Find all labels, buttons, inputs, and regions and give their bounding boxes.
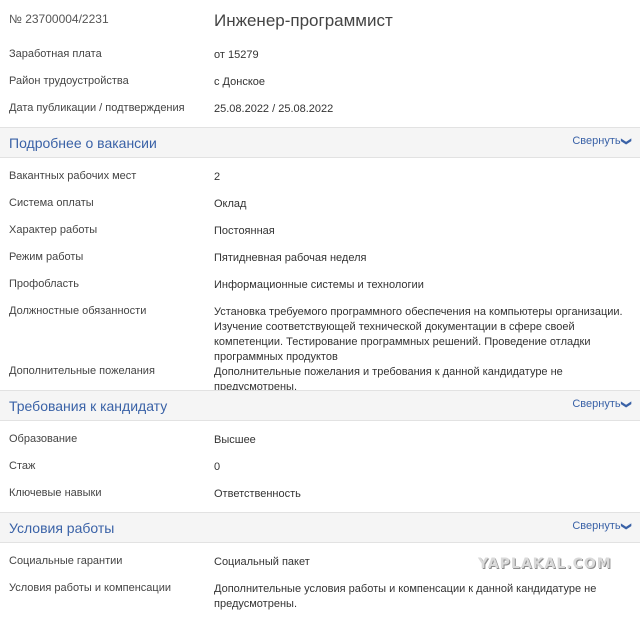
row-label: Район трудоустройства [9,75,129,87]
row-value: Высшее [214,434,256,446]
row-value: с Донское [214,76,265,88]
summary-row-district: Район трудоустройства с Донское [0,67,640,94]
row-label: Должностные обязанности [9,305,147,317]
row-value: Ответственность [214,488,301,500]
row-value: от 15279 [214,49,259,61]
row-label: Социальные гарантии [9,555,123,567]
row-label: Условия работы и компенсации [9,582,171,594]
row-label: Вакантных рабочих мест [9,170,137,182]
summary-row-date: Дата публикации / подтверждения 25.08.20… [0,94,640,121]
row-label: Дополнительные пожелания [9,365,155,377]
chevron-down-icon: ❯ [620,522,632,531]
detail-row: Ключевые навыки Ответственность [0,479,640,506]
detail-row: Должностные обязанности Установка требуе… [0,297,640,363]
section-body-requirements: Образование Высшее Стаж 0 Ключевые навык… [0,425,640,506]
row-label: Ключевые навыки [9,487,102,499]
detail-row: Характер работы Постоянная [0,216,640,243]
row-value: Оклад [214,198,247,210]
row-value: Информационные системы и технологии [214,279,424,291]
collapse-label: Свернуть [572,398,621,410]
chevron-down-icon: ❯ [620,400,632,409]
detail-row: Система оплаты Оклад [0,189,640,216]
collapse-button[interactable]: Свернуть❯ [572,135,632,147]
detail-row: Режим работы Пятидневная рабочая неделя [0,243,640,270]
row-label: Режим работы [9,251,84,263]
row-label: Стаж [9,460,36,472]
collapse-button[interactable]: Свернуть❯ [572,520,632,532]
section-header-conditions: Условия работы Свернуть❯ [0,512,640,543]
row-value: Пятидневная рабочая неделя [214,252,367,264]
section-title: Условия работы [9,520,115,536]
row-label: Профобласть [9,278,79,290]
row-value: Постоянная [214,225,275,237]
detail-row: Условия работы и компенсации Дополнитель… [0,574,640,626]
detail-row: Образование Высшее [0,425,640,452]
row-value: Дополнительные условия работы и компенса… [214,583,597,610]
vacancy-title: Инженер-программист [214,11,393,30]
detail-row: Вакантных рабочих мест 2 [0,162,640,189]
summary-row-salary: Заработная плата от 15279 [0,40,640,67]
row-label: Характер работы [9,224,98,236]
row-value: Установка требуемого программного обеспе… [214,306,623,363]
watermark: YAPLAKAL.COM [478,556,612,572]
row-value: 25.08.2022 / 25.08.2022 [214,103,334,115]
vacancy-header: № 23700004/2231 Инженер-программист [0,0,640,40]
section-header-details: Подробнее о вакансии Свернуть❯ [0,127,640,158]
section-header-requirements: Требования к кандидату Свернуть❯ [0,390,640,421]
section-title: Подробнее о вакансии [9,135,157,151]
collapse-label: Свернуть [572,135,621,147]
detail-row: Профобласть Информационные системы и тех… [0,270,640,297]
row-label: Заработная плата [9,48,102,60]
collapse-button[interactable]: Свернуть❯ [572,398,632,410]
collapse-label: Свернуть [572,520,621,532]
detail-row: Дополнительные пожелания Дополнительные … [0,357,640,393]
row-value: 2 [214,171,221,183]
section-body-details: Вакантных рабочих мест 2 Система оплаты … [0,162,640,393]
chevron-down-icon: ❯ [620,137,632,146]
row-label: Дата публикации / подтверждения [9,102,185,114]
row-label: Система оплаты [9,197,94,209]
detail-row: Стаж 0 [0,452,640,479]
section-title: Требования к кандидату [9,398,168,414]
row-value: 0 [214,461,221,473]
vacancy-number: № 23700004/2231 [9,12,109,26]
summary-list: Заработная плата от 15279 Район трудоуст… [0,40,640,121]
row-label: Образование [9,433,78,445]
